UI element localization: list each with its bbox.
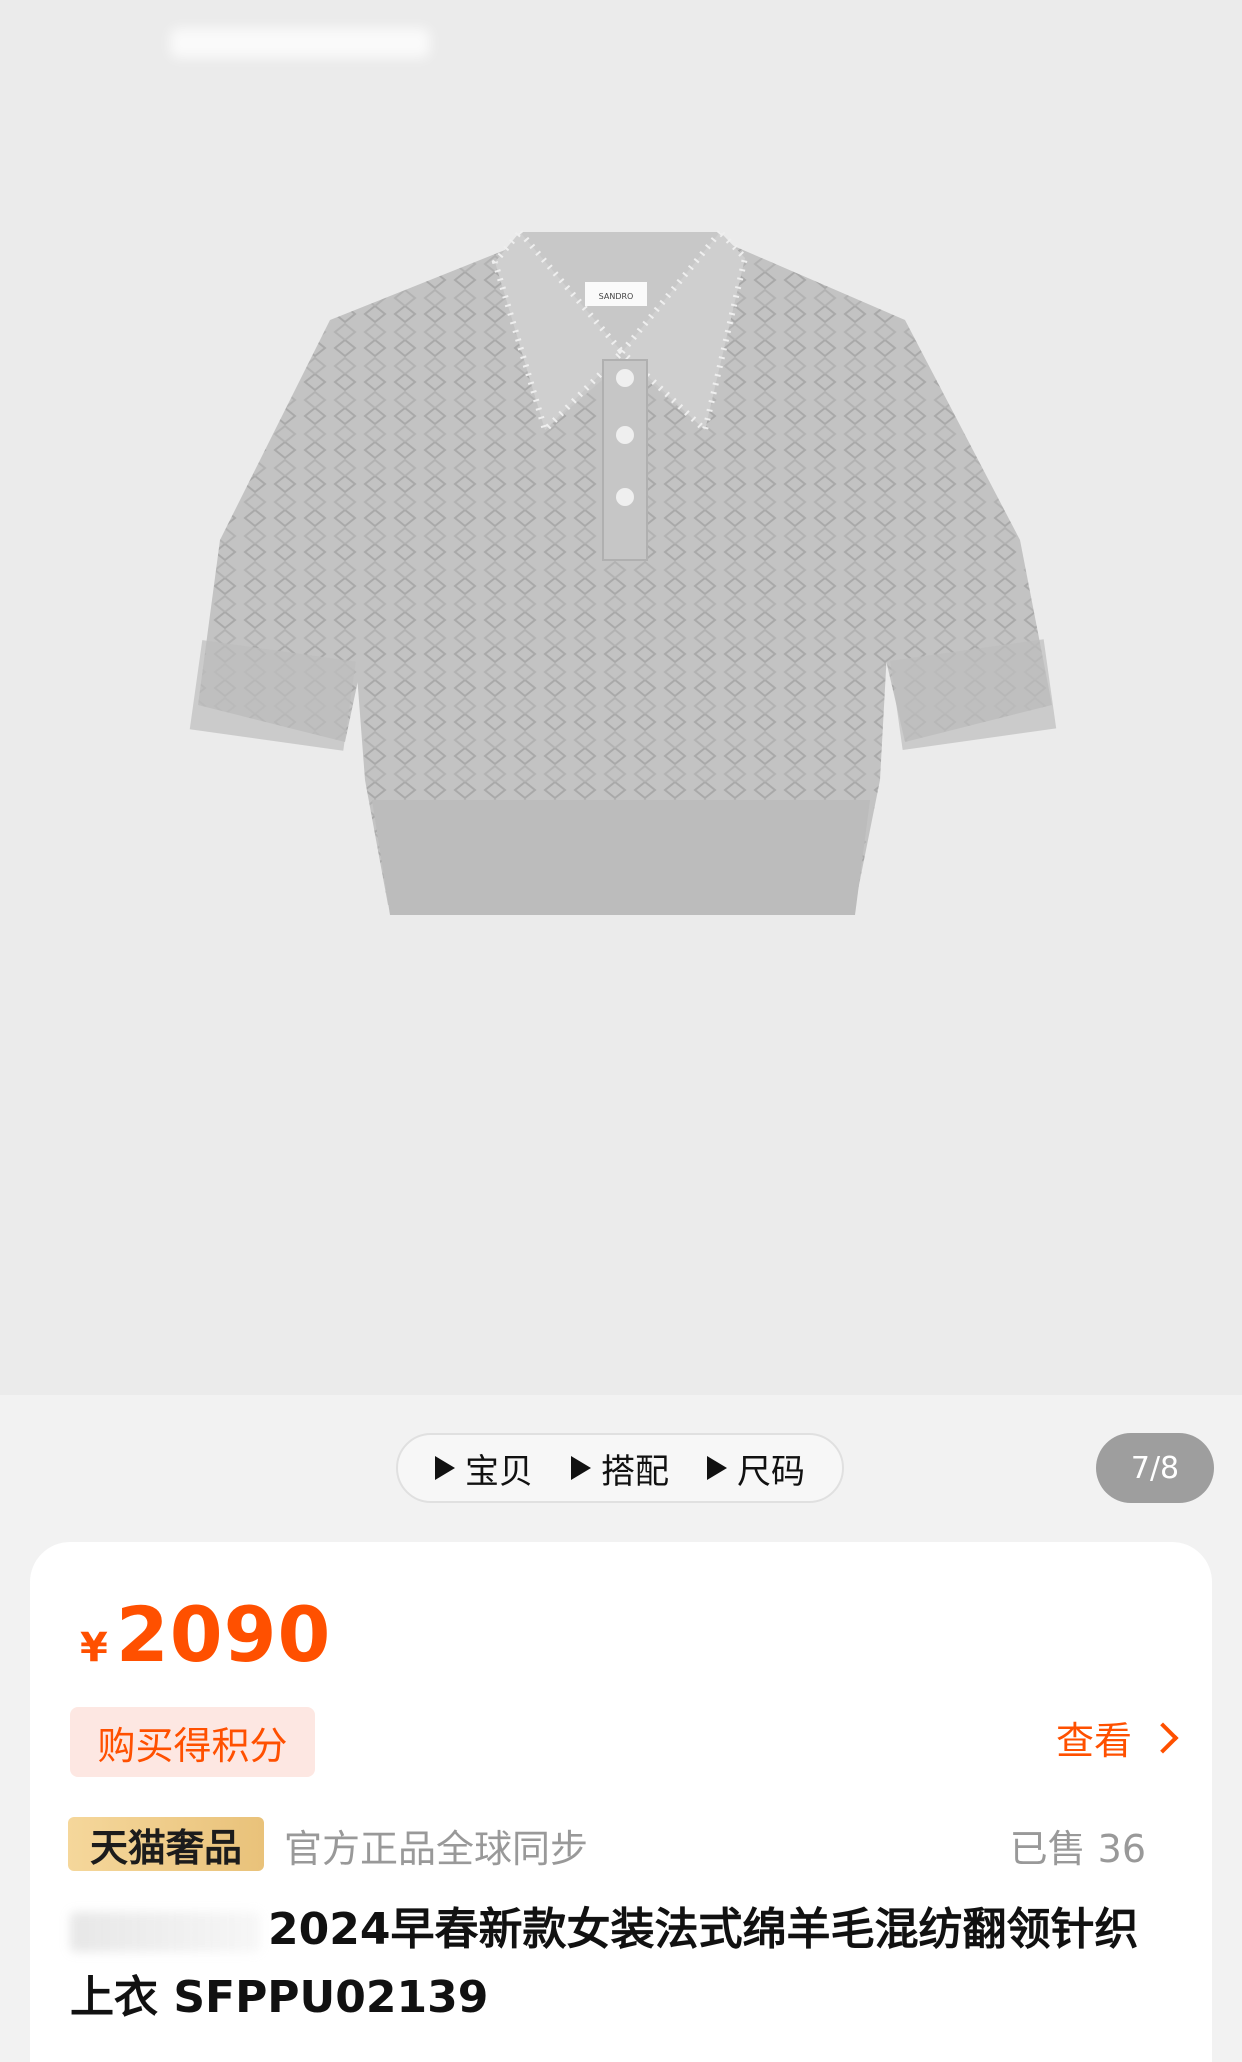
tab-match[interactable]: 搭配 <box>571 1444 669 1493</box>
product-title: 2024早春新款女装法式绵羊毛混纺翻领针织上衣 SFPPU02139 <box>70 1896 1170 2032</box>
price-value: 2090 <box>115 1590 332 1679</box>
tab-size[interactable]: 尺码 <box>707 1444 805 1493</box>
media-tabs: 宝贝 搭配 尺码 <box>396 1433 844 1503</box>
points-badge[interactable]: 购买得积分 <box>70 1707 315 1777</box>
image-page-indicator: 7/8 <box>1096 1433 1214 1503</box>
chevron-right-icon <box>1147 1721 1179 1754</box>
price-currency: ¥ <box>80 1625 108 1671</box>
tab-item[interactable]: 宝贝 <box>435 1444 533 1493</box>
tmall-luxury-badge: 天猫奢品 <box>68 1817 264 1871</box>
play-icon <box>571 1456 591 1480</box>
view-points-label: 查看 <box>1055 1719 1132 1763</box>
sold-count: 已售 36 <box>1009 1827 1146 1871</box>
product-info-card: ¥ 2090 购买得积分 查看 天猫奢品 官方正品全球同步 已售 36 2024… <box>30 1542 1212 2062</box>
tab-match-label: 搭配 <box>601 1451 669 1492</box>
play-icon <box>707 1456 727 1480</box>
blurred-brand-name <box>70 1912 260 1952</box>
tab-size-label: 尺码 <box>737 1451 805 1492</box>
product-image[interactable]: SANDRO <box>0 0 1242 1395</box>
product-image-area[interactable]: SANDRO <box>0 0 1242 1395</box>
tab-item-label: 宝贝 <box>465 1451 533 1492</box>
view-points-link[interactable]: 查看 <box>1055 1710 1179 1765</box>
authenticity-text: 官方正品全球同步 <box>284 1827 589 1871</box>
play-icon <box>435 1456 455 1480</box>
price: ¥ 2090 <box>80 1590 331 1679</box>
brand-label-text: SANDRO <box>599 292 634 301</box>
